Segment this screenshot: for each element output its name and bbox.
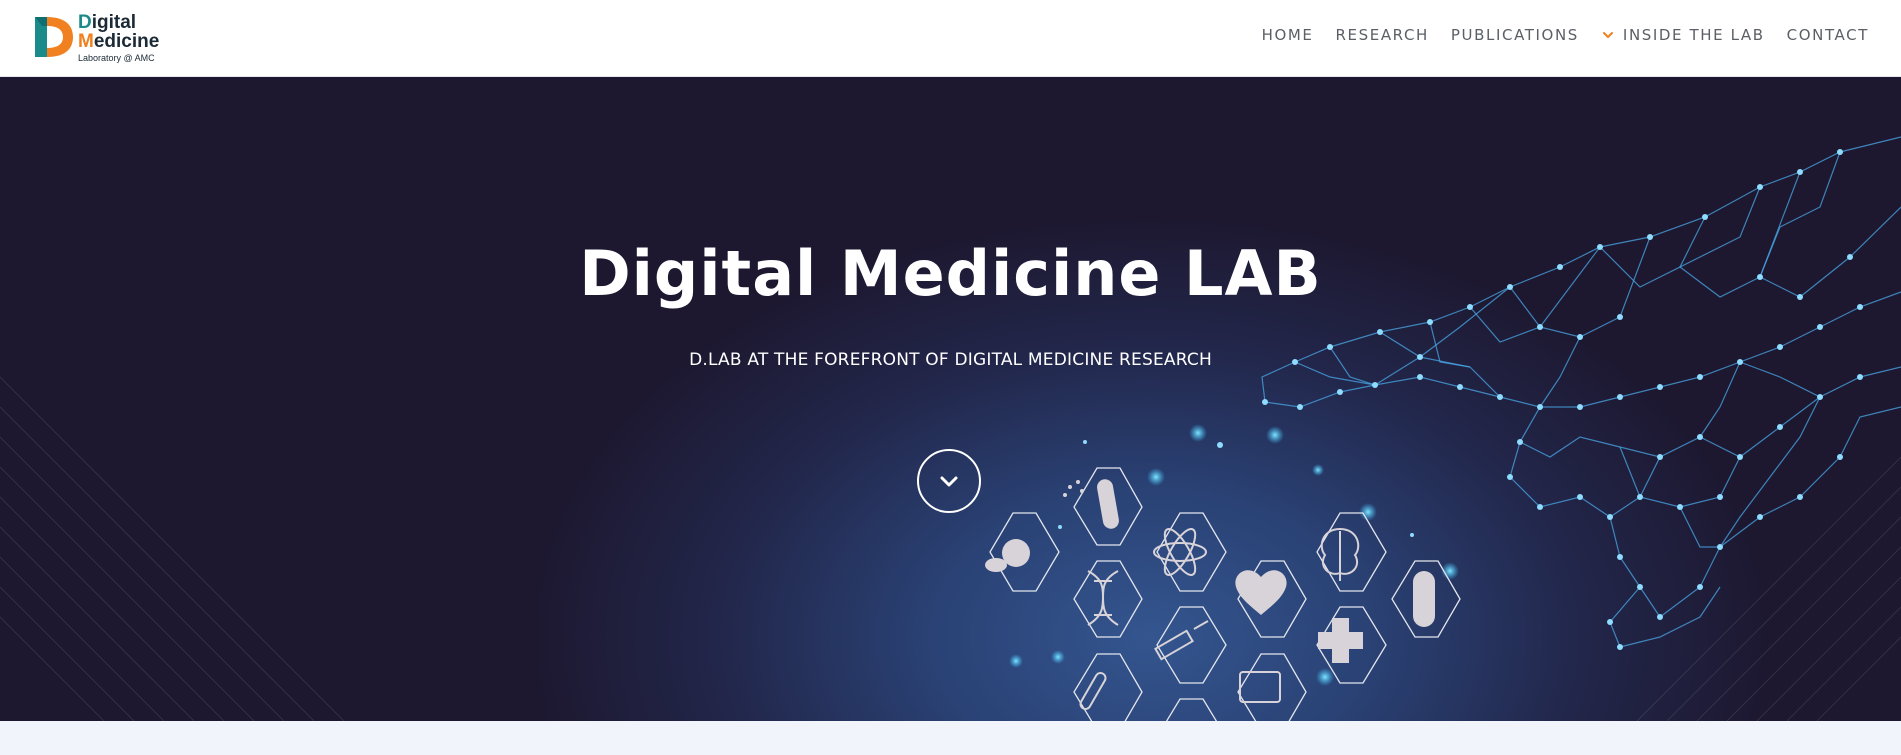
diagonal-lines-left — [0, 376, 345, 721]
hero-section: Digital Medicine LAB D.LAB AT THE FOREFR… — [0, 77, 1901, 721]
hero-title: Digital Medicine LAB — [579, 237, 1322, 310]
logo-line-1-initial: D — [78, 12, 92, 33]
digital-hand-illustration — [1261, 136, 1901, 648]
hero-background-illustration — [0, 136, 1901, 721]
logo-text: Digital Medicine Laboratory @ AMC — [78, 13, 159, 64]
page: Digital Medicine Laboratory @ AMC HOME R… — [0, 0, 1901, 755]
nav-item-research-label: RESEARCH — [1335, 26, 1429, 44]
medical-hexagons — [989, 467, 1461, 721]
logo-line-1: Digital — [78, 13, 159, 33]
nav-item-home-label: HOME — [1261, 26, 1314, 44]
nav-item-contact-label: CONTACT — [1786, 26, 1869, 44]
scroll-down-button[interactable] — [917, 449, 981, 513]
main-nav: HOME RESEARCH PUBLICATIONS INSIDE THE LA… — [1240, 26, 1869, 44]
site-logo[interactable]: Digital Medicine Laboratory @ AMC — [33, 13, 163, 63]
logo-line-2-rest: edicine — [93, 31, 160, 52]
logo-line-2-initial: M — [78, 31, 94, 52]
nav-item-inside-the-lab-label: INSIDE THE LAB — [1622, 26, 1765, 44]
logo-line-2: Medicine — [78, 31, 160, 52]
logo-d-icon — [35, 17, 73, 57]
glow-particles — [1009, 424, 1459, 686]
hero-subtitle: D.LAB AT THE FOREFRONT OF DIGITAL MEDICI… — [689, 350, 1212, 370]
chevron-down-icon — [940, 476, 958, 487]
hand-nodes — [1262, 149, 1863, 650]
nav-item-research[interactable]: RESEARCH — [1336, 26, 1429, 44]
logo-tagline: Laboratory @ AMC — [78, 53, 155, 63]
nav-item-contact[interactable]: CONTACT — [1787, 26, 1869, 44]
diagonal-lines-right — [1636, 456, 1901, 721]
nav-item-publications-label: PUBLICATIONS — [1450, 26, 1579, 44]
nav-item-publications[interactable]: PUBLICATIONS — [1451, 26, 1579, 44]
site-header: Digital Medicine Laboratory @ AMC HOME R… — [0, 0, 1901, 77]
nav-item-home[interactable]: HOME — [1262, 26, 1314, 44]
chevron-down-icon — [1602, 32, 1613, 38]
next-section-edge — [0, 721, 1901, 755]
logo-line-1-rest: igital — [91, 12, 137, 33]
medical-icon-outlines — [1079, 527, 1360, 710]
nav-item-inside-the-lab[interactable]: INSIDE THE LAB — [1601, 26, 1765, 44]
